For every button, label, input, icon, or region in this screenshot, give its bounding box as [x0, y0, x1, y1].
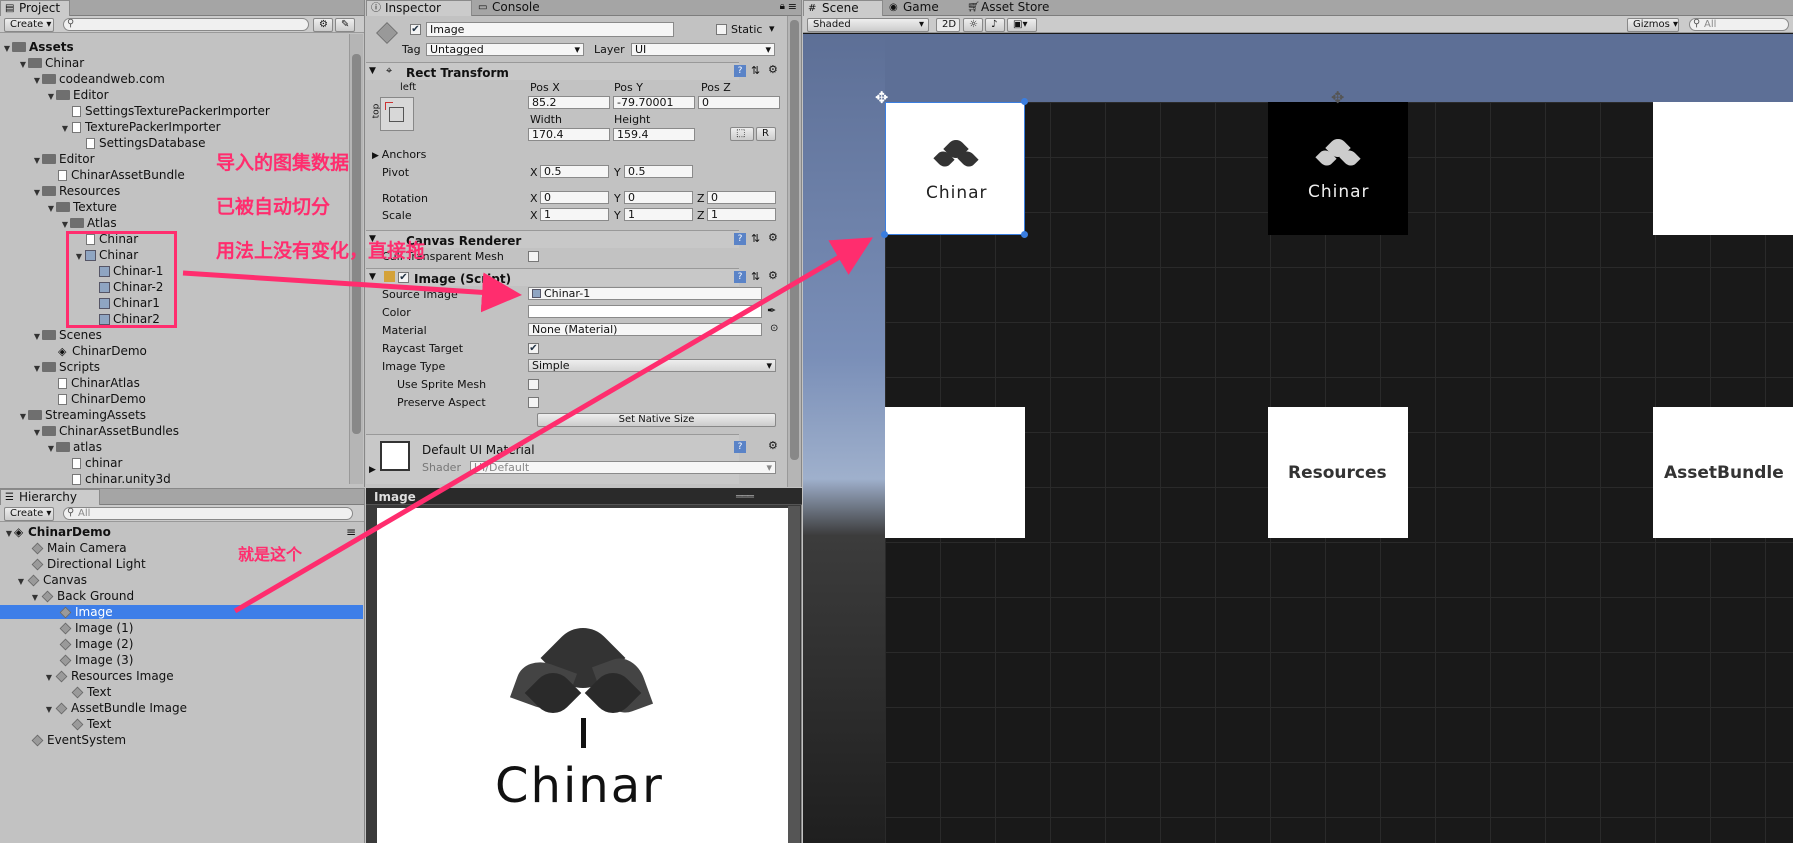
annotation-arrows	[182, 237, 873, 614]
arrow-to-scene	[233, 237, 873, 614]
arrow-to-source-image	[182, 270, 522, 313]
